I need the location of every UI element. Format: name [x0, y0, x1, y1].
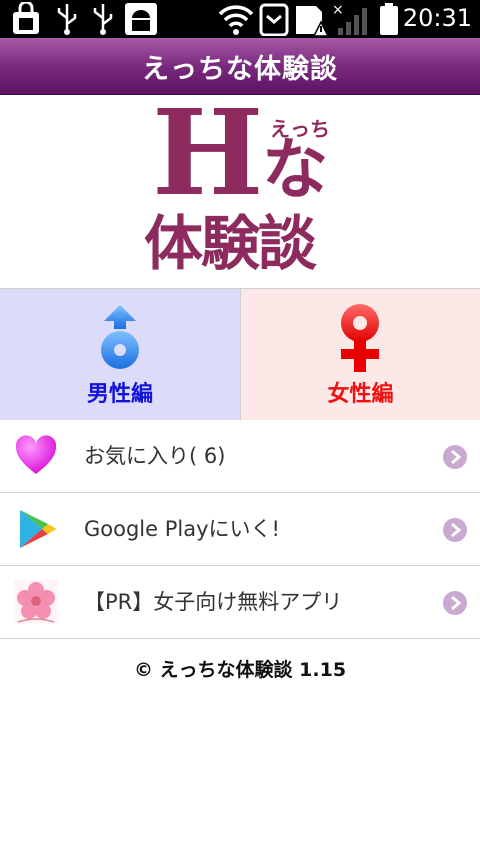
page-title: えっちな体験談: [142, 53, 338, 85]
sd-card-alert-icon: [296, 6, 329, 36]
chevron-right-icon: [443, 591, 467, 615]
list-item-label: お気に入り( 6): [84, 444, 226, 468]
svg-text:×: ×: [332, 2, 344, 18]
footer-copyright: © えっちな体験談 1.15: [133, 659, 347, 681]
female-symbol-icon: [341, 304, 379, 372]
list-item-google-play[interactable]: Google Playにいく!: [0, 493, 480, 566]
male-symbol-icon: [101, 305, 139, 369]
usb-icon: [93, 4, 113, 35]
male-section-button[interactable]: 男性編: [0, 288, 241, 421]
signal-icon: ×: [332, 2, 367, 35]
list-item-label: 【PR】女子向け無料アプリ: [84, 590, 343, 614]
female-section-label: 女性編: [327, 382, 394, 407]
chevron-right-icon: [443, 518, 467, 542]
google-play-icon: [20, 510, 56, 548]
female-section-button[interactable]: 女性編: [241, 288, 480, 421]
list-item-label: Google Playにいく!: [84, 517, 280, 541]
heart-icon: [15, 435, 57, 474]
clock: 20:31: [402, 4, 472, 32]
flower-icon: [14, 580, 58, 624]
menu-list: お気に入り( 6) Google Playにいく! 【PR】女子向け無料アプリ: [0, 420, 480, 639]
logo-na-text: な: [262, 131, 328, 208]
wifi-icon: [218, 5, 254, 35]
android-debug-icon: [125, 3, 157, 35]
list-item-pr-app[interactable]: 【PR】女子向け無料アプリ: [0, 566, 480, 639]
logo-taiken-text: 体験談: [144, 209, 317, 278]
chevron-right-icon: [443, 445, 467, 469]
male-section-label: 男性編: [86, 382, 153, 407]
battery-icon: [380, 3, 398, 35]
usb-icon: [57, 4, 77, 35]
list-item-favorites[interactable]: お気に入り( 6): [0, 420, 480, 493]
battery-saver-icon: [259, 3, 289, 36]
logo-letter-h: H: [152, 83, 264, 222]
status-bar: × 20:31: [0, 0, 480, 38]
shopping-bag-icon: [13, 2, 39, 34]
